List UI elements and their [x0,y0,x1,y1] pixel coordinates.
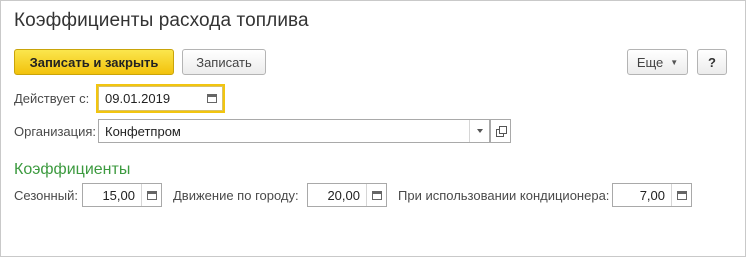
chevron-down-icon: ▼ [670,57,679,67]
calendar-button[interactable] [202,87,222,110]
help-button[interactable]: ? [697,49,727,75]
calculator-icon [371,190,382,200]
calendar-icon [207,94,217,103]
seasonal-calculator-button[interactable] [141,184,161,206]
open-form-icon [495,126,507,137]
air-conditioner-calculator-button[interactable] [671,184,691,206]
city-driving-input[interactable]: 20,00 [308,188,366,203]
more-menu-button[interactable]: Еще ▼ [627,49,688,75]
air-conditioner-label: При использовании кондиционера: [398,188,610,203]
calculator-icon [146,190,157,200]
organization-dropdown-button[interactable] [469,120,489,142]
date-field[interactable]: 09.01.2019 [98,86,223,111]
organization-open-button[interactable] [490,119,511,143]
city-driving-calculator-button[interactable] [366,184,386,206]
date-label: Действует с: [14,91,90,106]
city-driving-label: Движение по городу: [173,188,299,203]
organization-label: Организация: [14,124,97,139]
organization-input[interactable]: Конфетпром [99,124,469,139]
seasonal-label: Сезонный: [14,188,78,203]
seasonal-input[interactable]: 15,00 [83,188,141,203]
city-driving-field[interactable]: 20,00 [307,183,387,207]
more-label: Еще [636,54,664,70]
save-button[interactable]: Записать [182,49,266,75]
air-conditioner-input[interactable]: 7,00 [613,188,671,203]
save-and-close-button[interactable]: Записать и закрыть [14,49,174,75]
organization-field[interactable]: Конфетпром [98,119,490,143]
dropdown-arrow-icon [476,129,483,133]
page-title: Коэффициенты расхода топлива [14,10,309,31]
fuel-coefficients-window: Коэффициенты расхода топлива Записать и … [0,0,746,257]
calculator-icon [676,190,687,200]
seasonal-field[interactable]: 15,00 [82,183,162,207]
coefficients-section-title: Коэффициенты [14,161,131,178]
air-conditioner-field[interactable]: 7,00 [612,183,692,207]
date-input[interactable]: 09.01.2019 [99,91,202,106]
